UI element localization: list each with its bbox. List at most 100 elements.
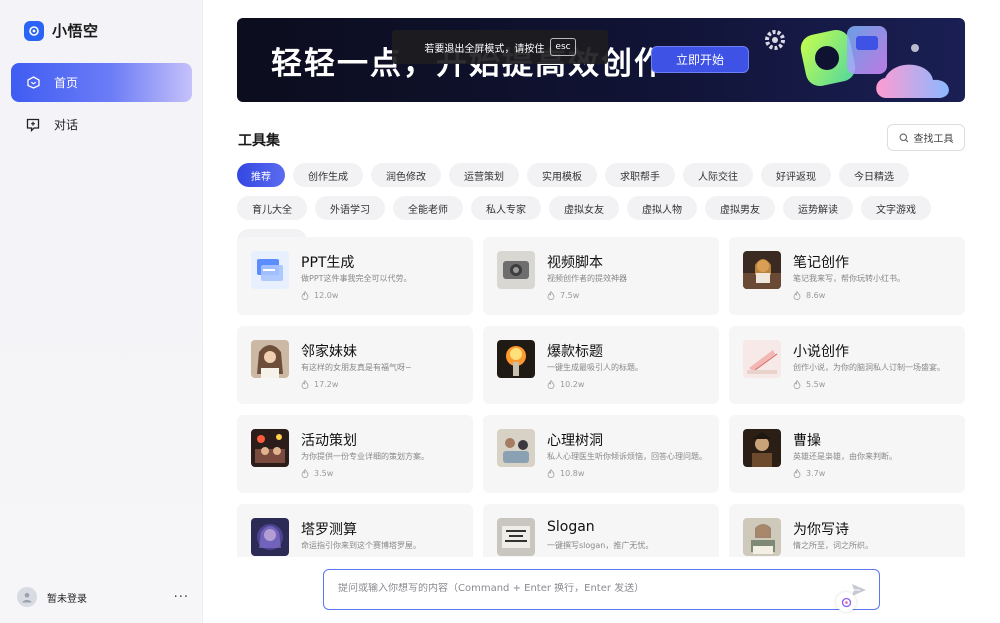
tag-chip[interactable]: 虚拟人物 [627,196,697,220]
tool-title: Slogan [547,519,595,535]
tag-chip[interactable]: 创作生成 [293,163,363,187]
tool-card[interactable]: PPT生成做PPT这件事我完全可以代劳。 12.0w [237,237,473,315]
tool-description: 英雄还是枭雄，由你来判断。 [793,452,897,461]
tool-card[interactable]: 笔记创作笔记我来写，帮你玩转小红书。 8.6w [729,237,965,315]
more-icon[interactable]: ··· [174,590,189,605]
banner-illustration-icon [765,26,949,98]
tool-title: 活动策划 [301,433,357,449]
assistant-icon[interactable] [836,592,856,612]
tool-usage-count: 12.0w [301,291,338,300]
tool-card[interactable]: 小说创作创作小说，为你的脑洞私人订制一场盛宴。 5.5w [729,326,965,404]
tool-card[interactable]: 活动策划为你提供一份专业详细的策划方案。 3.5w [237,415,473,493]
tag-chip[interactable]: 私人专家 [471,196,541,220]
usage-count-value: 17.2w [314,380,339,389]
tool-title: 笔记创作 [793,255,849,271]
tool-card[interactable]: Slogan 一键撰写slogan，推广无忧。 [483,504,719,557]
search-label: 查找工具 [913,134,954,145]
sidebar-item-label: 对话 [54,118,79,132]
tool-thumbnail [497,429,535,467]
tool-usage-count: 8.6w [793,291,825,300]
tag-chip[interactable]: 推荐 [237,163,285,187]
start-button[interactable]: 立即开始 [651,46,749,73]
tool-thumbnail [251,518,289,556]
usage-count-value: 12.0w [314,291,339,300]
tool-title: 视频脚本 [547,255,603,271]
tool-title: 小说创作 [793,344,849,360]
tag-chip[interactable]: 实用模板 [527,163,597,187]
tool-description: 做PPT这件事我完全可以代劳。 [301,274,412,283]
tool-thumbnail [497,251,535,289]
tool-description: 视频创作者的提效神器 [547,274,627,283]
tag-chip[interactable]: 运势解读 [783,196,853,220]
tool-card[interactable]: 邻家妹妹 有这样的女朋友真是有福气呀~ 17.2w [237,326,473,404]
avatar [17,587,37,607]
prompt-input[interactable] [338,583,838,594]
tool-title: 邻家妹妹 [301,344,357,360]
tag-chip[interactable]: 外语学习 [315,196,385,220]
tool-thumbnail [743,340,781,378]
usage-count-value: 10.2w [560,380,585,389]
tool-thumbnail [251,251,289,289]
tool-description: 为你提供一份专业详细的策划方案。 [301,452,429,461]
tool-description: 创作小说，为你的脑洞私人订制一场盛宴。 [793,363,945,372]
search-tools-button[interactable]: 查找工具 [887,124,965,151]
tag-chip[interactable]: 今日精选 [839,163,909,187]
tool-card[interactable]: 爆款标题 一键生成最吸引人的标题。 10.2w [483,326,719,404]
tool-thumbnail [251,340,289,378]
sidebar-item-label: 首页 [54,76,79,90]
tool-usage-count: 7.5w [547,291,579,300]
tag-chip[interactable]: 好评返现 [761,163,831,187]
app-name: 小悟空 [52,22,99,40]
tool-description: 一键生成最吸引人的标题。 [547,363,643,372]
tool-thumbnail [497,518,535,556]
chat-icon [26,118,40,132]
tool-title: 塔罗测算 [301,522,357,538]
tool-usage-count: 10.2w [547,380,584,389]
tool-usage-count: 5.5w [793,380,825,389]
tag-chip[interactable]: 文字游戏 [861,196,931,220]
tag-chip[interactable]: 虚拟男友 [705,196,775,220]
tool-description: 一键撰写slogan，推广无忧。 [547,541,654,550]
search-icon [899,133,908,142]
usage-count-value: 3.5w [314,469,334,478]
section-title: 工具集 [238,133,280,149]
flame-icon [301,380,309,389]
tag-chip[interactable]: 求职帮手 [605,163,675,187]
tool-thumbnail [497,340,535,378]
flame-icon [301,291,309,300]
tool-usage-count: 3.7w [793,469,825,478]
tool-usage-count: 17.2w [301,380,338,389]
app-logo[interactable]: 小悟空 [24,20,99,41]
tool-description: 笔记我来写，帮你玩转小红书。 [793,274,905,283]
tag-chip[interactable]: 虚拟女友 [549,196,619,220]
usage-count-value: 5.5w [806,380,826,389]
sidebar: 小悟空 首页 对话 暂未登录 ··· [0,0,203,623]
tool-title: 为你写诗 [793,522,849,538]
tool-description: 私人心理医生听你倾诉烦恼，回答心理问题。 [547,452,707,461]
tool-card[interactable]: 视频脚本视频创作者的提效神器 7.5w [483,237,719,315]
tool-title: PPT生成 [301,255,355,271]
tool-card[interactable]: 心理树洞私人心理医生听你倾诉烦恼，回答心理问题。 10.8w [483,415,719,493]
tag-chip[interactable]: 润色修改 [371,163,441,187]
tag-chip[interactable]: 全能老师 [393,196,463,220]
flame-icon [547,469,555,478]
user-profile[interactable]: 暂未登录 ··· [17,587,189,607]
tag-chip[interactable]: 育儿大全 [237,196,307,220]
tool-description: 情之所至，词之所织。 [793,541,873,550]
tool-usage-count: 10.8w [547,469,584,478]
tool-card[interactable]: 塔罗测算命运指引你来到这个赛博塔罗屋。 [237,504,473,557]
tool-description: 命运指引你来到这个赛博塔罗屋。 [301,541,421,550]
tag-chip[interactable]: 运营策划 [449,163,519,187]
tool-title: 心理树洞 [547,433,603,449]
tool-thumbnail [743,518,781,556]
sidebar-item-home[interactable]: 首页 [11,63,192,102]
flame-icon [793,380,801,389]
tool-title: 曹操 [793,433,821,449]
usage-count-value: 7.5w [560,291,580,300]
tag-chip[interactable]: 人际交往 [683,163,753,187]
tool-usage-count: 3.5w [301,469,333,478]
tool-card[interactable]: 曹操英雄还是枭雄，由你来判断。 3.7w [729,415,965,493]
sidebar-item-chat[interactable]: 对话 [11,105,192,144]
tool-card[interactable]: 为你写诗情之所至，词之所织。 [729,504,965,557]
tool-card-grid: PPT生成做PPT这件事我完全可以代劳。 12.0w 视频脚本视频创作者的提效神器 7… [237,237,966,557]
